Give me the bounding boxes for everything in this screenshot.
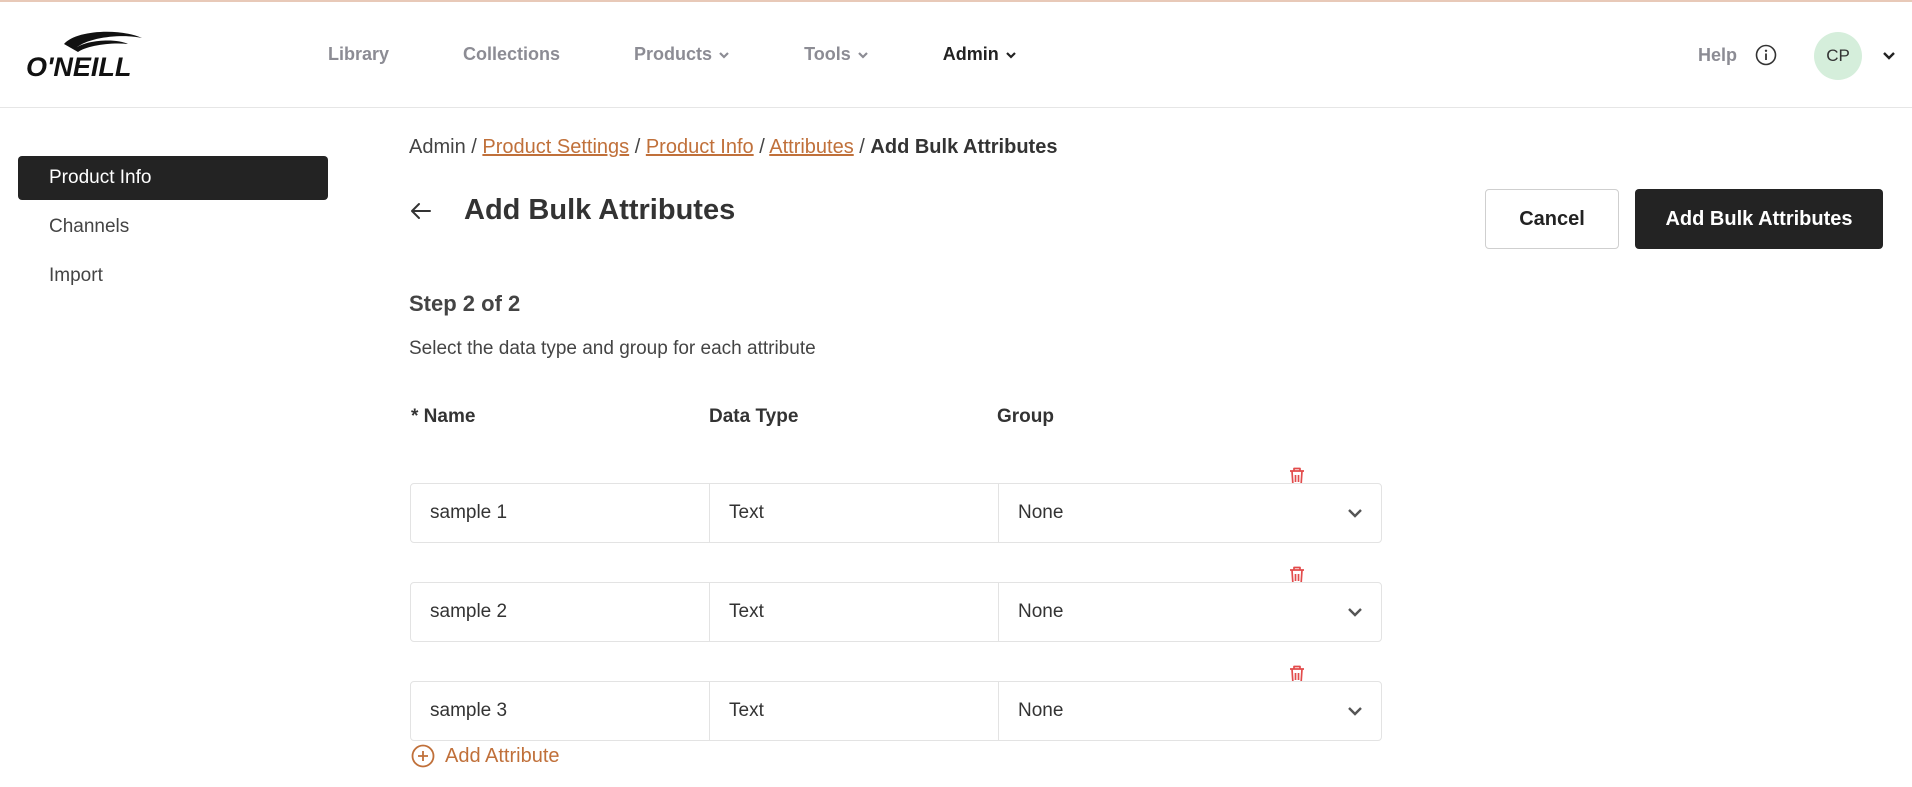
main-nav: Library Collections Products Tools Admin bbox=[328, 44, 1091, 65]
column-header-group: Group bbox=[997, 406, 1054, 427]
chevron-down-icon[interactable] bbox=[1882, 50, 1896, 62]
chevron-down-icon bbox=[1348, 707, 1362, 716]
nav-tools-label: Tools bbox=[804, 44, 851, 64]
nav-collections[interactable]: Collections bbox=[463, 44, 560, 65]
user-avatar[interactable]: CP bbox=[1814, 32, 1862, 80]
group-select-value: None bbox=[1018, 700, 1064, 721]
breadcrumb-attributes[interactable]: Attributes bbox=[769, 136, 853, 158]
logo-wordmark: O'NEILL bbox=[26, 52, 131, 82]
group-select-value: None bbox=[1018, 601, 1064, 622]
oneill-logo[interactable]: O'NEILL bbox=[24, 28, 172, 84]
group-select-value: None bbox=[1018, 502, 1064, 523]
nav-admin[interactable]: Admin bbox=[943, 44, 1017, 65]
nav-collections-label: Collections bbox=[463, 44, 561, 64]
data-type-select[interactable]: Text bbox=[709, 582, 999, 642]
attribute-row: sample 1 Text None bbox=[410, 483, 1382, 543]
attribute-name-input[interactable]: sample 3 bbox=[410, 681, 710, 741]
breadcrumb-separator: / bbox=[634, 136, 641, 158]
data-type-select[interactable]: Text bbox=[709, 681, 999, 741]
chevron-down-icon bbox=[1348, 608, 1362, 617]
breadcrumb-current: Add Bulk Attributes bbox=[870, 136, 1058, 158]
breadcrumb-separator: / bbox=[471, 136, 477, 158]
attribute-name-input[interactable]: sample 1 bbox=[410, 483, 710, 543]
nav-products[interactable]: Products bbox=[634, 44, 730, 65]
nav-library-label: Library bbox=[328, 44, 390, 64]
group-select[interactable]: None bbox=[998, 681, 1382, 741]
attribute-row: sample 3 Text None bbox=[410, 681, 1382, 741]
group-select[interactable]: None bbox=[998, 582, 1382, 642]
breadcrumb-root: Admin bbox=[409, 136, 466, 158]
sidebar-item-import[interactable]: Import bbox=[18, 254, 328, 298]
group-select[interactable]: None bbox=[998, 483, 1382, 543]
sidebar-item-channels[interactable]: Channels bbox=[18, 205, 328, 249]
help-link[interactable]: Help bbox=[1698, 44, 1777, 66]
breadcrumb-product-settings[interactable]: Product Settings bbox=[482, 136, 629, 158]
step-indicator: Step 2 of 2 bbox=[409, 291, 521, 316]
breadcrumb-separator: / bbox=[859, 136, 865, 158]
page-title: Add Bulk Attributes bbox=[464, 194, 736, 226]
breadcrumb: Admin / Product Settings / Product Info … bbox=[409, 136, 1057, 159]
chevron-down-icon bbox=[1348, 509, 1362, 518]
chevron-down-icon bbox=[719, 51, 729, 59]
avatar-initials: CP bbox=[1826, 46, 1850, 65]
info-icon bbox=[1755, 44, 1777, 66]
top-header: O'NEILL Library Collections Products Too… bbox=[0, 2, 1912, 108]
column-header-data-type: Data Type bbox=[709, 406, 799, 427]
nav-tools[interactable]: Tools bbox=[804, 44, 869, 65]
nav-products-label: Products bbox=[634, 44, 713, 64]
add-attribute-label: Add Attribute bbox=[445, 744, 560, 767]
breadcrumb-product-info[interactable]: Product Info bbox=[646, 136, 754, 158]
help-label: Help bbox=[1698, 44, 1738, 65]
sidebar: Product Info Channels Import bbox=[18, 156, 328, 303]
chevron-down-icon bbox=[857, 51, 868, 59]
data-type-select[interactable]: Text bbox=[709, 483, 999, 543]
attribute-row: sample 2 Text None bbox=[410, 582, 1382, 642]
arrow-left-icon[interactable] bbox=[408, 198, 434, 224]
nav-admin-label: Admin bbox=[942, 44, 999, 64]
chevron-down-icon bbox=[1005, 51, 1016, 59]
add-attribute-button[interactable]: Add Attribute bbox=[411, 744, 560, 768]
sidebar-item-product-info[interactable]: Product Info bbox=[18, 156, 328, 200]
step-description: Select the data type and group for each … bbox=[409, 338, 816, 359]
attribute-name-input[interactable]: sample 2 bbox=[410, 582, 710, 642]
nav-library[interactable]: Library bbox=[328, 44, 389, 65]
cancel-button[interactable]: Cancel bbox=[1485, 189, 1619, 249]
breadcrumb-separator: / bbox=[759, 136, 765, 158]
add-bulk-attributes-button[interactable]: Add Bulk Attributes bbox=[1635, 189, 1883, 249]
plus-circle-icon bbox=[411, 744, 435, 768]
column-header-name: * Name bbox=[411, 406, 476, 427]
